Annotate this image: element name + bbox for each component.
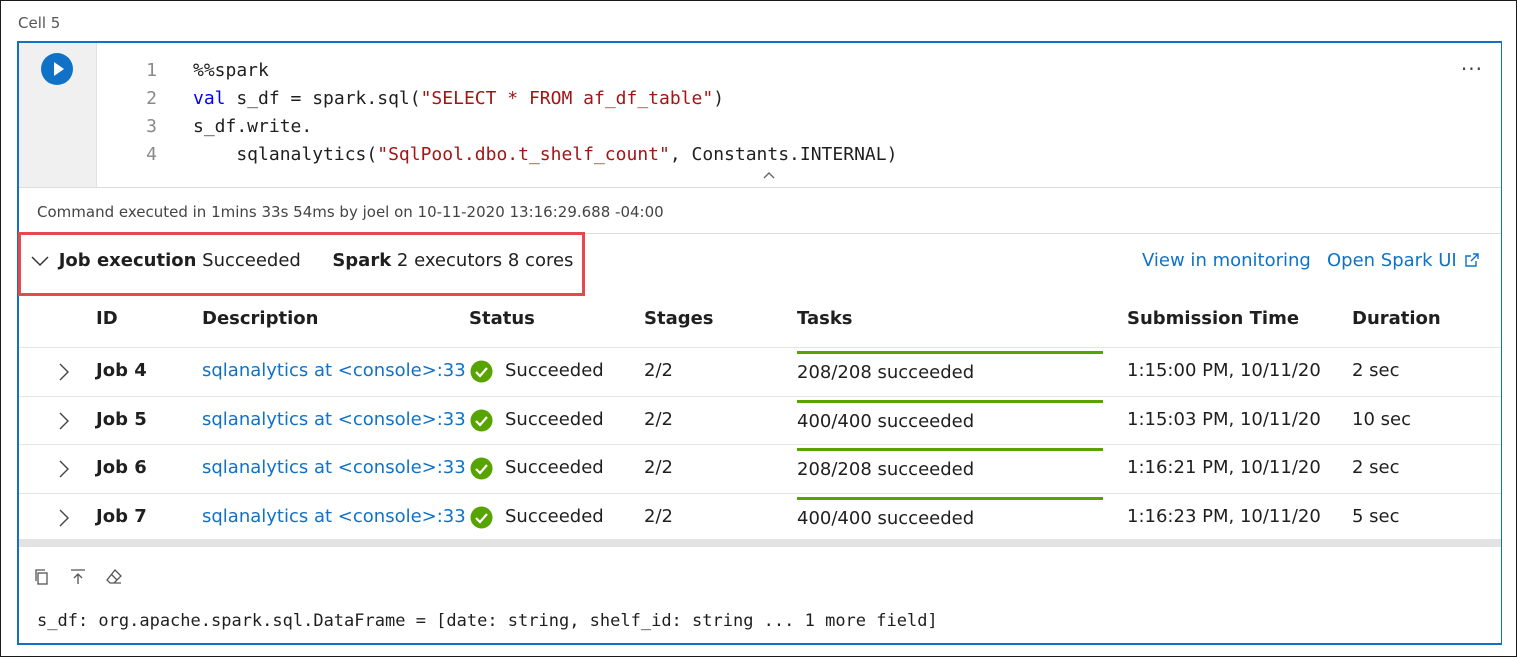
job-status: Succeeded: [505, 408, 604, 430]
column-header-duration: Duration: [1352, 308, 1441, 329]
chevron-right-icon[interactable]: [59, 363, 69, 381]
column-header-id: ID: [96, 308, 118, 329]
external-link-icon: [1465, 253, 1479, 267]
view-in-monitoring-link[interactable]: View in monitoring: [1142, 250, 1311, 271]
code-text: s_df.write.: [193, 113, 312, 141]
table-row[interactable]: Job 7 sqlanalytics at <console>:33 Succeed…: [19, 492, 1501, 541]
job-description-link[interactable]: sqlanalytics at <console>:33: [202, 457, 466, 478]
table-row[interactable]: Job 5 sqlanalytics at <console>:33 Succeed…: [19, 395, 1501, 444]
job-submission-time: 1:16:21 PM, 10/11/20: [1127, 457, 1321, 478]
success-check-icon: [470, 506, 493, 528]
line-number: 3: [146, 116, 157, 137]
job-duration: 5 sec: [1352, 505, 1400, 527]
job-description-link[interactable]: sqlanalytics at <console>:33: [202, 360, 466, 381]
code-token: s_df = spark.sql(: [225, 88, 421, 109]
job-execution-label: Job execution: [58, 250, 197, 271]
cell-gutter: [19, 43, 97, 187]
job-execution-status: Succeeded: [202, 250, 301, 271]
column-header-tasks: Tasks: [797, 308, 853, 329]
column-header-stages: Stages: [644, 308, 714, 329]
code-text: val s_df = spark.sql("SELECT * FROM af_d…: [193, 85, 724, 113]
code-token: sqlanalytics(: [193, 144, 378, 165]
job-description-link[interactable]: sqlanalytics at <console>:33: [202, 506, 466, 527]
code-token: , Constants.INTERNAL): [669, 144, 898, 165]
more-options-button[interactable]: ···: [1461, 57, 1483, 81]
chevron-right-icon[interactable]: [59, 509, 69, 527]
job-id: Job 5: [96, 408, 147, 430]
column-header-description: Description: [202, 308, 319, 329]
job-status: Succeeded: [505, 505, 604, 527]
run-cell-button[interactable]: [41, 53, 73, 85]
job-description-link[interactable]: sqlanalytics at <console>:33: [202, 409, 466, 430]
job-tasks: 400/400 succeeded: [797, 410, 975, 432]
execution-info: Command executed in 1mins 33s 54ms by jo…: [37, 203, 664, 221]
tasks-progress-bar: [797, 496, 1103, 500]
code-text: %%spark: [193, 57, 269, 85]
chevron-right-icon[interactable]: [59, 412, 69, 430]
column-header-submission-time: Submission Time: [1127, 308, 1300, 329]
code-token: s_df.write.: [193, 116, 313, 137]
tasks-progress-bar: [797, 351, 1103, 354]
job-id: Job 6: [96, 457, 147, 478]
tasks-progress-bar: [797, 448, 1103, 451]
tasks-progress-bar: [797, 399, 1103, 403]
divider: [19, 187, 1501, 188]
job-duration: 10 sec: [1352, 408, 1411, 430]
cell-output: s_df: org.apache.spark.sql.DataFrame = […: [37, 611, 938, 631]
job-submission-time: 1:15:00 PM, 10/11/20: [1127, 360, 1321, 381]
open-spark-ui-label[interactable]: Open Spark UI: [1327, 250, 1457, 271]
line-number: 2: [146, 88, 157, 109]
code-editor[interactable]: 1 %%spark 2 val s_df = spark.sql("SELECT * …: [97, 43, 1457, 187]
line-number: 4: [146, 144, 157, 165]
job-stages: 2/2: [644, 505, 673, 527]
open-spark-ui-link[interactable]: Open Spark UI: [1327, 250, 1479, 271]
column-header-status: Status: [469, 308, 535, 329]
job-stages: 2/2: [644, 360, 673, 381]
notebook-cell: 1 %%spark 2 val s_df = spark.sql("SELECT * …: [17, 41, 1502, 645]
spark-label: Spark: [332, 250, 392, 271]
job-tasks: 208/208 succeeded: [797, 459, 975, 480]
job-stages: 2/2: [644, 457, 673, 478]
code-string: "SqlPool.dbo.t_shelf_count": [377, 144, 670, 165]
job-status: Succeeded: [505, 360, 604, 381]
job-submission-time: 1:15:03 PM, 10/11/20: [1127, 408, 1321, 430]
job-status: Succeeded: [505, 457, 604, 478]
chevron-right-icon[interactable]: [59, 460, 69, 478]
job-stages: 2/2: [644, 408, 673, 430]
job-duration: 2 sec: [1352, 360, 1400, 381]
code-token: ): [713, 88, 725, 109]
job-tasks: 400/400 succeeded: [797, 507, 975, 529]
cell-label: Cell 5: [18, 14, 61, 32]
table-row[interactable]: Job 4 sqlanalytics at <console>:33 Succeed…: [19, 347, 1501, 395]
clear-output-icon[interactable]: [105, 568, 123, 586]
job-submission-time: 1:16:23 PM, 10/11/20: [1127, 505, 1321, 527]
job-id: Job 7: [96, 505, 147, 527]
collapse-output-icon[interactable]: [69, 568, 87, 586]
collapse-code-icon[interactable]: [763, 169, 775, 181]
success-check-icon: [470, 457, 493, 480]
success-check-icon: [470, 409, 493, 431]
code-keyword: val: [193, 88, 226, 109]
code-string: "SELECT * FROM af_df_table": [420, 88, 714, 109]
chevron-down-icon[interactable]: [31, 251, 53, 272]
job-duration: 2 sec: [1352, 457, 1400, 478]
job-id: Job 4: [96, 360, 147, 381]
success-check-icon: [470, 360, 493, 383]
table-row[interactable]: Job 6 sqlanalytics at <console>:33 Succeed…: [19, 444, 1501, 492]
line-number: 1: [146, 60, 157, 81]
code-token: %%spark: [193, 60, 269, 81]
job-execution-header: Job execution Succeeded Spark 2 executor…: [31, 250, 573, 272]
code-text: sqlanalytics("SqlPool.dbo.t_shelf_count"…: [193, 141, 897, 169]
job-tasks: 208/208 succeeded: [797, 362, 975, 383]
horizontal-scrollbar[interactable]: [19, 539, 1501, 547]
copy-icon[interactable]: [33, 568, 51, 586]
spark-info: 2 executors 8 cores: [396, 250, 574, 271]
